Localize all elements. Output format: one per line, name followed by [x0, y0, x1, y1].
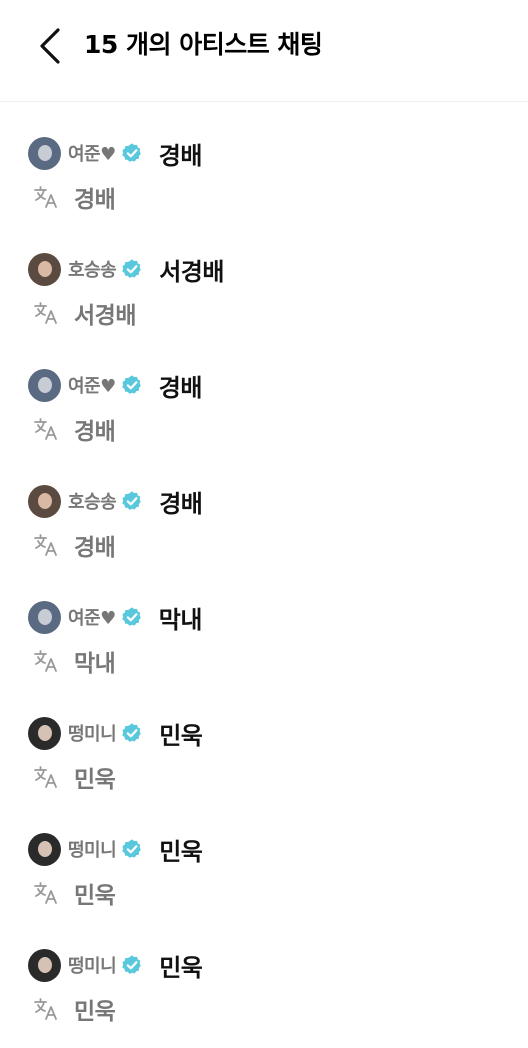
- message-header: 떵미니 민욱: [28, 948, 508, 982]
- page-title: 15 개의 아티스트 채팅: [84, 30, 323, 59]
- artist-nickname[interactable]: 호승송: [68, 256, 117, 282]
- artist-nickname[interactable]: 떵미니: [68, 720, 117, 746]
- translated-text: 경배: [74, 187, 116, 213]
- translation-row: 경배: [28, 525, 508, 565]
- translated-text: 막내: [74, 651, 116, 677]
- message-header: 떵미니 민욱: [28, 832, 508, 866]
- translation-row: 서경배: [28, 293, 508, 333]
- translated-text: 민욱: [74, 883, 116, 909]
- translated-text: 경배: [74, 419, 116, 445]
- chat-message[interactable]: 여준♥ 경배 경배: [28, 136, 508, 236]
- artist-nickname[interactable]: 떵미니: [68, 836, 117, 862]
- verified-badge-icon: [122, 491, 142, 510]
- message-header: 여준♥ 경배: [28, 368, 508, 402]
- avatar[interactable]: [28, 368, 61, 402]
- avatar[interactable]: [28, 600, 61, 634]
- avatar-face: [38, 724, 52, 741]
- avatar[interactable]: [28, 252, 61, 286]
- message-header: 여준♥ 막내: [28, 600, 508, 634]
- translated-text: 경배: [74, 535, 116, 561]
- verified-badge-icon: [122, 259, 142, 278]
- translate-icon[interactable]: [32, 647, 60, 675]
- avatar-face: [38, 260, 52, 277]
- artist-nickname[interactable]: 여준♥: [68, 140, 116, 166]
- message-header: 여준♥ 경배: [28, 136, 508, 170]
- message-text: 민욱: [159, 837, 203, 866]
- translate-icon[interactable]: [32, 995, 60, 1023]
- translated-text: 서경배: [74, 303, 136, 329]
- avatar[interactable]: [28, 484, 61, 518]
- artist-nickname[interactable]: 호승송: [68, 488, 117, 514]
- avatar[interactable]: [28, 832, 61, 866]
- chat-message[interactable]: 호승송 서경배 서경배: [28, 252, 508, 352]
- translation-row: 민욱: [28, 757, 508, 797]
- message-text: 민욱: [159, 953, 203, 982]
- message-text: 민욱: [159, 721, 203, 750]
- chat-message[interactable]: 여준♥ 경배 경배: [28, 368, 508, 468]
- artist-nickname[interactable]: 떵미니: [68, 952, 117, 978]
- chat-message[interactable]: 떵미니 민욱 민욱: [28, 832, 508, 932]
- artist-nickname[interactable]: 여준♥: [68, 372, 116, 398]
- translated-text: 민욱: [74, 999, 116, 1025]
- translation-row: 경배: [28, 409, 508, 449]
- verified-badge-icon: [122, 723, 142, 742]
- avatar-face: [38, 492, 52, 509]
- chat-message[interactable]: 떵미니 민욱 민욱: [28, 948, 508, 1048]
- avatar-face: [38, 608, 52, 625]
- verified-badge-icon: [122, 607, 141, 626]
- translate-icon[interactable]: [32, 415, 60, 443]
- translated-text: 민욱: [74, 767, 116, 793]
- message-text: 서경배: [159, 257, 224, 286]
- avatar-face: [38, 144, 52, 161]
- avatar[interactable]: [28, 948, 61, 982]
- chat-message[interactable]: 여준♥ 막내 막내: [28, 600, 508, 700]
- message-text: 경배: [159, 489, 203, 518]
- translate-icon[interactable]: [32, 763, 60, 791]
- translation-row: 막내: [28, 641, 508, 681]
- verified-badge-icon: [122, 839, 142, 858]
- message-header: 떵미니 민욱: [28, 716, 508, 750]
- message-text: 막내: [158, 605, 203, 634]
- verified-badge-icon: [122, 375, 141, 394]
- avatar[interactable]: [28, 136, 61, 170]
- chat-message[interactable]: 떵미니 민욱 민욱: [28, 716, 508, 816]
- translation-row: 민욱: [28, 873, 508, 913]
- message-header: 호승송 서경배: [28, 252, 508, 286]
- message-header: 호승송 경배: [28, 484, 508, 518]
- message-text: 경배: [158, 373, 203, 402]
- translate-icon[interactable]: [32, 183, 60, 211]
- message-text: 경배: [158, 141, 203, 170]
- translate-icon[interactable]: [32, 531, 60, 559]
- translate-icon[interactable]: [32, 879, 60, 907]
- header: 15 개의 아티스트 채팅: [0, 0, 528, 102]
- verified-badge-icon: [122, 143, 141, 162]
- verified-badge-icon: [122, 955, 142, 974]
- chat-message[interactable]: 호승송 경배 경배: [28, 484, 508, 584]
- chevron-left-icon[interactable]: [30, 26, 70, 66]
- translate-icon[interactable]: [32, 299, 60, 327]
- avatar[interactable]: [28, 716, 61, 750]
- translation-row: 민욱: [28, 989, 508, 1029]
- avatar-face: [38, 840, 52, 857]
- avatar-face: [38, 956, 52, 973]
- avatar-face: [38, 376, 52, 393]
- translation-row: 경배: [28, 177, 508, 217]
- artist-nickname[interactable]: 여준♥: [68, 604, 116, 630]
